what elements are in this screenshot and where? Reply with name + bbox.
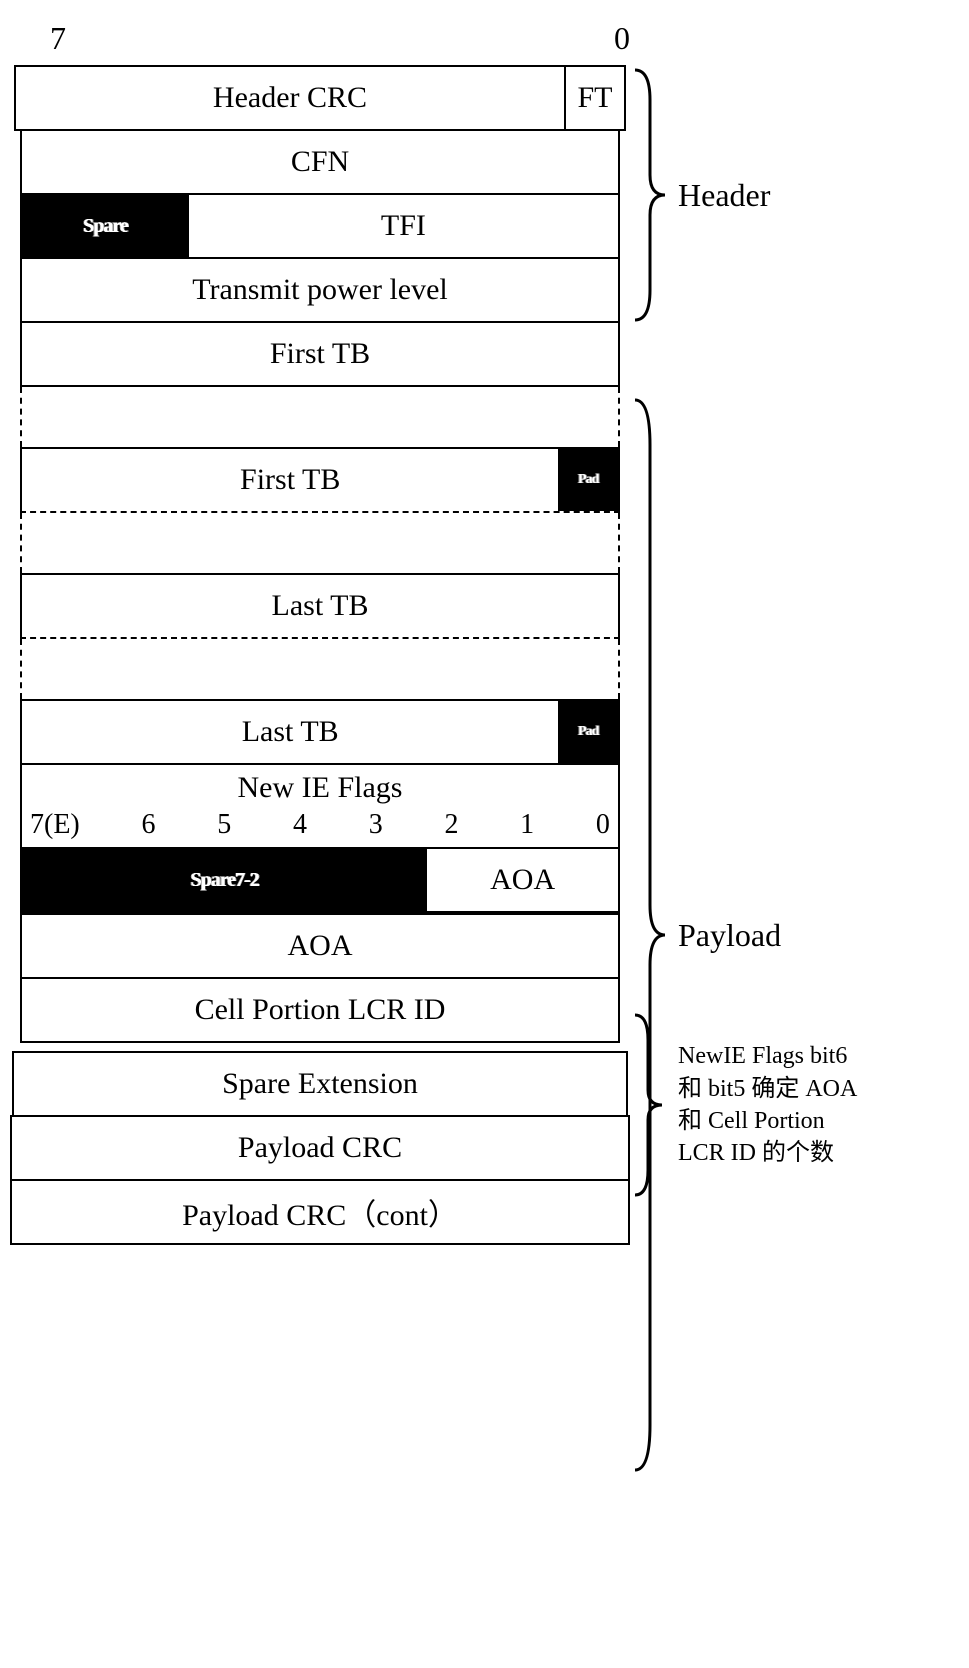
field-tfi: TFI [189,195,618,257]
row-spare-ext: Spare Extension [12,1051,628,1117]
ie-bit-5: 5 [217,809,231,841]
row-first-tb-top: First TB [20,321,620,387]
row-aoa-full: AOA [20,913,620,977]
row-new-ie-flags: New IE Flags 7(E) 6 5 4 3 2 1 0 Spare7-2… [20,765,620,913]
row-cell-portion: Cell Portion LCR ID [20,977,620,1043]
ie-bit-6: 6 [142,809,156,841]
field-spare-ext: Spare Extension [14,1053,626,1115]
brace-payload: Payload [630,395,781,1475]
gap-first-tb [20,387,620,447]
gap-mid [20,513,620,573]
row-header-crc: Header CRC FT [14,65,626,131]
brace-icon [630,395,670,1475]
ie-bit-0: 0 [596,809,610,841]
field-payload-crc-cont: Payload CRC（cont） [12,1181,628,1243]
row-tfi: Spare TFI [20,193,620,257]
row-payload-crc: Payload CRC [10,1115,630,1179]
label-header: Header [670,177,770,214]
field-aoa-full: AOA [22,915,618,977]
brace-icon [630,65,670,325]
note-text: NewIE Flags bit6 和 bit5 确定 AOA 和 Cell Po… [670,1040,857,1170]
ie-bits-row: 7(E) 6 5 4 3 2 1 0 [22,805,618,847]
field-tx-power: Transmit power level [22,259,618,321]
bit-lsb-label: 0 [580,20,630,57]
ie-bit-4: 4 [293,809,307,841]
ie-bit-2: 2 [444,809,458,841]
ie-bit-3: 3 [369,809,383,841]
field-first-tb-pad: First TB [22,449,558,511]
row-payload-crc-cont: Payload CRC（cont） [10,1179,630,1245]
note-line-2: 和 bit5 确定 AOA [678,1073,857,1105]
field-header-crc: Header CRC [16,67,564,129]
field-first-tb-top: First TB [22,323,618,385]
bit-msb-label: 7 [50,20,100,57]
field-last-tb-pad: Last TB [22,701,558,763]
frame-column: Header CRC FT CFN Spare TFI Transmit pow… [20,65,620,1245]
field-ft: FT [564,67,624,129]
field-tfi-spare: Spare [22,195,189,257]
ie-bit-1: 1 [520,809,534,841]
gap-last-tb [20,639,620,699]
field-new-ie-flags-title: New IE Flags [22,765,618,805]
field-pad-2: Pad [558,701,618,763]
row-tx-power: Transmit power level [20,257,620,323]
note-line-4: LCR ID 的个数 [678,1137,857,1169]
field-pad-1: Pad [558,449,618,511]
brace-header: Header [630,65,770,325]
side-annotations: Header Payload NewIE Flags bit6 和 bit5 确… [620,65,920,1245]
note-line-3: 和 Cell Portion [678,1105,857,1137]
row-last-tb-pad: Last TB Pad [20,699,620,765]
field-aoa-short: AOA [427,849,618,911]
frame-diagram: 7 0 Header CRC FT CFN Spare TFI [20,20,940,1245]
row-spare72-aoa: Spare7-2 AOA [22,847,618,911]
bit-index-row: 7 0 [20,20,940,57]
row-first-tb-pad: First TB Pad [20,447,620,511]
field-cell-portion: Cell Portion LCR ID [22,979,618,1041]
field-spare72: Spare7-2 [22,849,427,911]
note-line-1: NewIE Flags bit6 [678,1040,857,1072]
row-cfn: CFN [20,129,620,193]
brace-icon [630,1010,670,1200]
row-last-tb-top: Last TB [20,573,620,637]
field-last-tb-top: Last TB [22,575,618,637]
brace-note: NewIE Flags bit6 和 bit5 确定 AOA 和 Cell Po… [630,1010,857,1200]
ie-bit-7: 7(E) [30,809,80,841]
label-payload: Payload [670,917,781,954]
field-cfn: CFN [22,131,618,193]
field-payload-crc: Payload CRC [12,1117,628,1179]
